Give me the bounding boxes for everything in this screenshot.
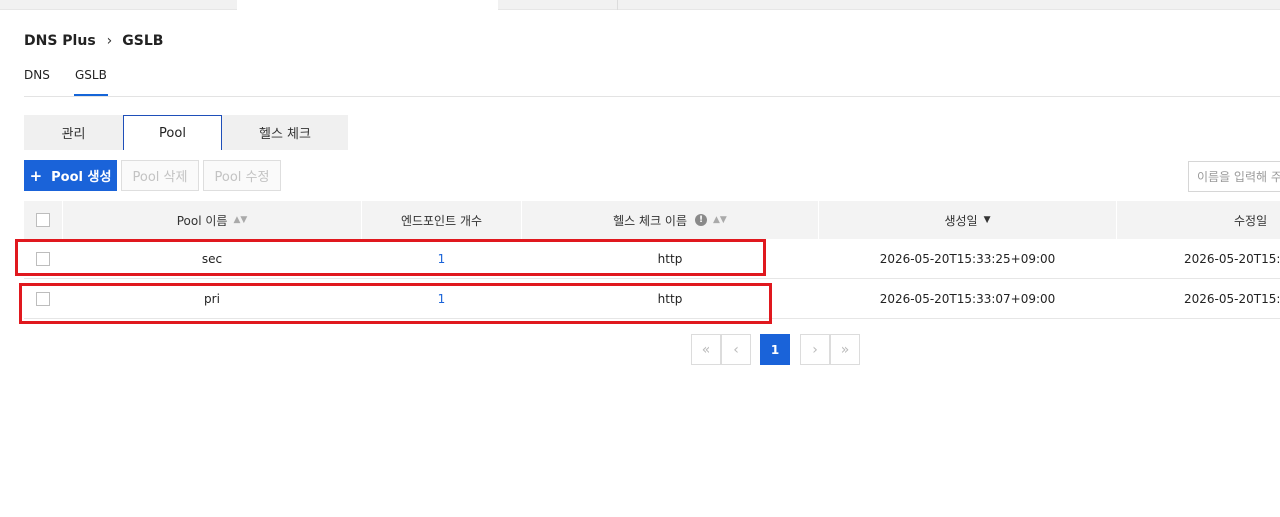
tab-manage[interactable]: 관리: [24, 115, 123, 150]
search-field: [1188, 161, 1280, 192]
breadcrumb: DNS Plus › GSLB: [24, 31, 163, 51]
header-health-check-name[interactable]: 헬스 체크 이름 ! ▲▼: [522, 201, 818, 239]
highlight-box-row-pri: [19, 283, 772, 324]
cell-created: 2026-05-20T15:33:07+09:00: [879, 292, 1056, 306]
next-page-button[interactable]: ›: [800, 334, 830, 365]
header-endpoint-count[interactable]: 엔드포인트 개수: [362, 201, 521, 239]
service-tabs: DNS GSLB: [24, 66, 1280, 97]
page-1-button[interactable]: 1: [760, 334, 790, 365]
create-pool-label: Pool 생성: [51, 170, 112, 185]
cell-modified: 2026-05-20T15:33:25+09:00: [1184, 252, 1280, 266]
header-modified[interactable]: 수정일: [1117, 201, 1280, 239]
breadcrumb-root[interactable]: DNS Plus: [24, 33, 96, 49]
select-all-checkbox[interactable]: [36, 213, 50, 227]
prev-page-button[interactable]: ‹: [721, 334, 751, 365]
plus-icon: +: [29, 166, 43, 185]
sort-desc-icon: ▼: [983, 215, 991, 225]
cell-modified: 2026-05-20T15:33:07+09:00: [1184, 292, 1280, 306]
edit-pool-button[interactable]: Pool 수정: [203, 160, 281, 191]
delete-pool-button[interactable]: Pool 삭제: [121, 160, 199, 191]
create-pool-button[interactable]: + Pool 생성: [24, 160, 117, 191]
chevron-right-icon: ›: [106, 33, 113, 49]
header-pool-name-label: Pool 이름: [176, 213, 228, 228]
header-created-label: 생성일: [944, 213, 978, 228]
segment-tabs: 관리 Pool 헬스 체크: [24, 115, 348, 150]
header-pool-name[interactable]: Pool 이름 ▲▼: [63, 201, 361, 239]
sort-icon: ▲▼: [713, 215, 727, 225]
tab-pool[interactable]: Pool: [123, 115, 222, 150]
header-health-check-label: 헬스 체크 이름: [613, 213, 688, 228]
toolbar: + Pool 생성 Pool 삭제 Pool 수정: [24, 160, 285, 191]
top-tab-strip: [0, 0, 1280, 10]
last-page-button[interactable]: »: [830, 334, 860, 365]
tab-gslb[interactable]: GSLB: [74, 68, 108, 96]
first-page-button[interactable]: «: [691, 334, 721, 365]
breadcrumb-current: GSLB: [122, 33, 164, 49]
highlight-box-row-sec: [15, 239, 766, 276]
cell-created: 2026-05-20T15:33:25+09:00: [879, 252, 1056, 266]
table-header: Pool 이름 ▲▼ 엔드포인트 개수 헬스 체크 이름 ! ▲▼ 생성일 ▼ …: [24, 201, 1280, 239]
search-input[interactable]: [1189, 162, 1280, 191]
tab-health-check[interactable]: 헬스 체크: [222, 115, 348, 150]
header-modified-label: 수정일: [1234, 213, 1268, 228]
top-tab-active[interactable]: [237, 0, 498, 10]
header-select-all-cell: [24, 201, 62, 239]
sort-icon: ▲▼: [233, 215, 248, 225]
header-created[interactable]: 생성일 ▼: [819, 201, 1116, 239]
pagination: « ‹ 1 › »: [691, 334, 860, 365]
header-endpoint-count-label: 엔드포인트 개수: [400, 213, 483, 228]
top-tab-separator: [617, 0, 618, 10]
info-icon[interactable]: !: [695, 214, 708, 226]
tab-dns[interactable]: DNS: [24, 68, 50, 96]
